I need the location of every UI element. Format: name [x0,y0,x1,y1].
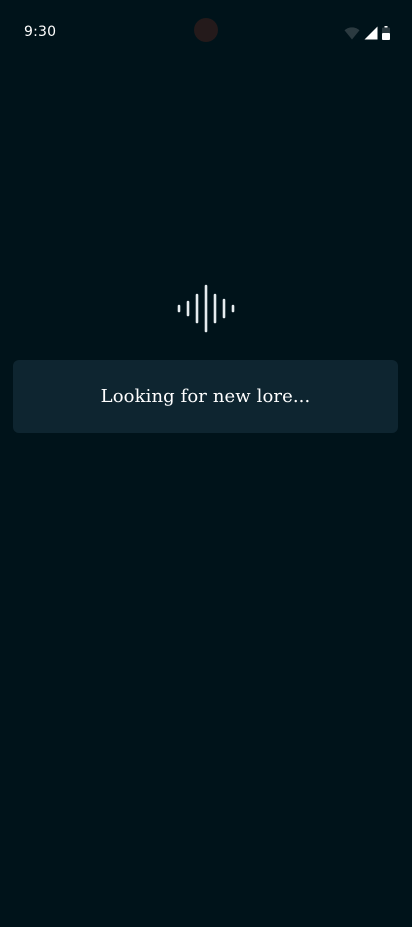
status-bar: 9:30 [0,0,412,64]
loading-message-card: Looking for new lore... [13,360,398,433]
cellular-signal-icon [364,26,378,40]
camera-cutout [194,18,218,42]
status-icons [344,26,390,40]
wifi-icon [344,26,360,40]
status-time: 9:30 [24,24,57,40]
audio-waveform-icon [176,284,236,334]
battery-icon [382,26,390,40]
loading-message: Looking for new lore... [100,386,311,407]
